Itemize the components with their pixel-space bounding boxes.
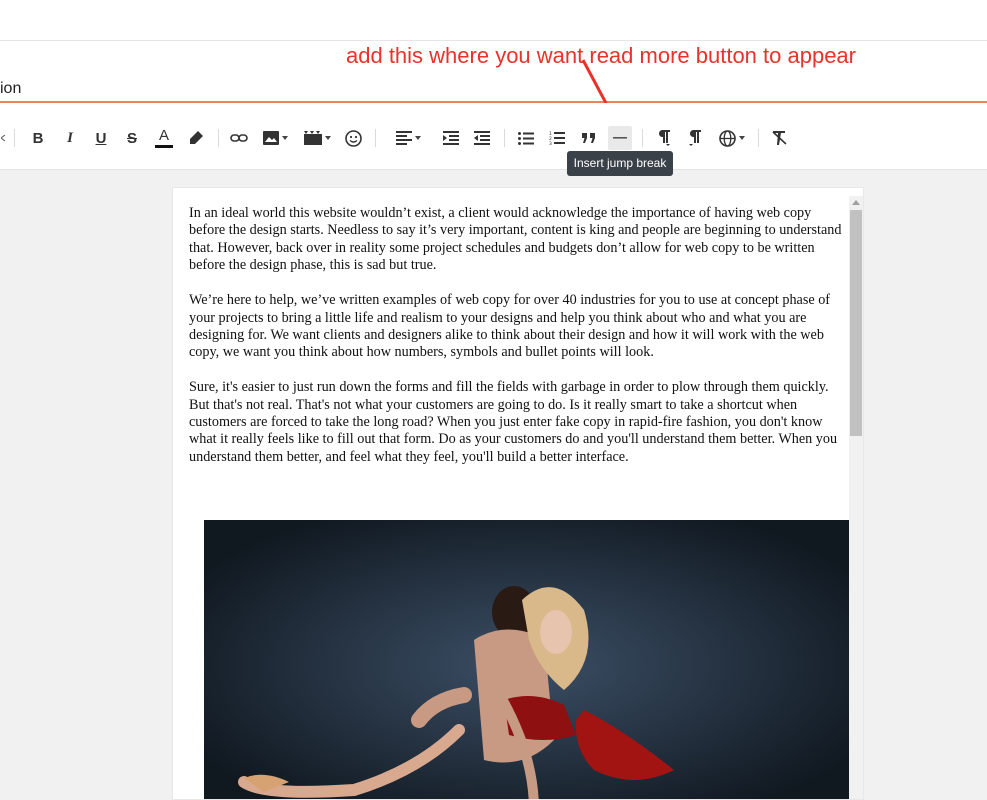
toolbar-separator [758, 129, 759, 147]
text-color-button[interactable]: A [153, 126, 175, 150]
bold-icon: B [32, 129, 44, 147]
toolbar-separator [642, 129, 643, 147]
link-icon [230, 134, 248, 142]
align-icon [395, 131, 412, 145]
toolbar-separator [375, 129, 376, 147]
post-title-input[interactable]: ion [0, 78, 21, 100]
jump-break-icon [613, 137, 627, 139]
toolbar-separator [218, 129, 219, 147]
bulleted-list-button[interactable] [515, 126, 537, 150]
rtl-button[interactable] [684, 126, 706, 150]
strikethrough-icon: S [126, 129, 137, 147]
strikethrough-button[interactable]: S [122, 126, 142, 150]
chevron-down-icon [281, 136, 288, 140]
insert-image-button[interactable] [260, 126, 290, 150]
underline-button[interactable]: U [91, 126, 111, 150]
editor-toolbar [0, 103, 987, 170]
underline-icon: U [95, 129, 107, 147]
scrollbar-thumb[interactable] [850, 210, 862, 436]
jump-break-tooltip: Insert jump break [567, 151, 673, 176]
toolbar-separator [504, 129, 505, 147]
ltr-button[interactable] [653, 126, 675, 150]
numbered-list-icon: 123 [549, 131, 565, 145]
paragraph: In an ideal world this website wouldn’t … [189, 205, 842, 274]
post-image[interactable] [204, 520, 849, 799]
language-icon [719, 129, 736, 147]
highlight-icon [190, 131, 203, 144]
toolbar-separator [14, 129, 15, 147]
numbered-list-button[interactable]: 123 [546, 126, 568, 150]
paragraph: We’re here to help, we’ve written exampl… [189, 292, 831, 361]
top-bar [0, 0, 987, 41]
rtl-icon [689, 130, 701, 146]
chevron-down-icon [414, 136, 421, 140]
clear-formatting-button[interactable] [769, 126, 791, 150]
italic-icon: I [67, 129, 73, 146]
emoji-button[interactable] [342, 126, 364, 150]
clear-formatting-icon [772, 131, 787, 145]
indent-icon [443, 131, 459, 145]
scroll-up-icon[interactable] [852, 200, 860, 205]
paragraph: Sure, it's easier to just run down the f… [189, 379, 838, 465]
text-color-icon: A [158, 127, 169, 144]
highlight-button[interactable] [185, 126, 207, 150]
quote-button[interactable] [578, 126, 600, 150]
insert-jump-break-button[interactable] [608, 126, 632, 150]
text-color-bar [155, 145, 173, 148]
ltr-icon [658, 130, 670, 146]
chevron-left-icon[interactable] [0, 126, 8, 150]
editor-area[interactable]: In an ideal world this website wouldn’t … [172, 187, 864, 800]
link-button[interactable] [228, 126, 250, 150]
align-button[interactable] [392, 126, 424, 150]
emoji-icon [344, 129, 362, 147]
insert-video-icon [303, 131, 322, 145]
italic-button[interactable]: I [60, 126, 80, 150]
quote-icon [582, 133, 595, 143]
bold-button[interactable]: B [28, 126, 48, 150]
outdent-icon [474, 131, 490, 145]
chevron-down-icon [324, 136, 331, 140]
language-button[interactable] [716, 126, 748, 150]
insert-image-icon [262, 131, 279, 145]
outdent-button[interactable] [471, 126, 493, 150]
insert-video-button[interactable] [302, 126, 332, 150]
bulleted-list-icon [518, 131, 534, 145]
indent-button[interactable] [440, 126, 462, 150]
chevron-down-icon [739, 136, 745, 140]
editor-content[interactable]: In an ideal world this website wouldn’t … [189, 205, 843, 484]
dancers-photo [204, 520, 849, 799]
svg-text:3: 3 [549, 141, 552, 145]
